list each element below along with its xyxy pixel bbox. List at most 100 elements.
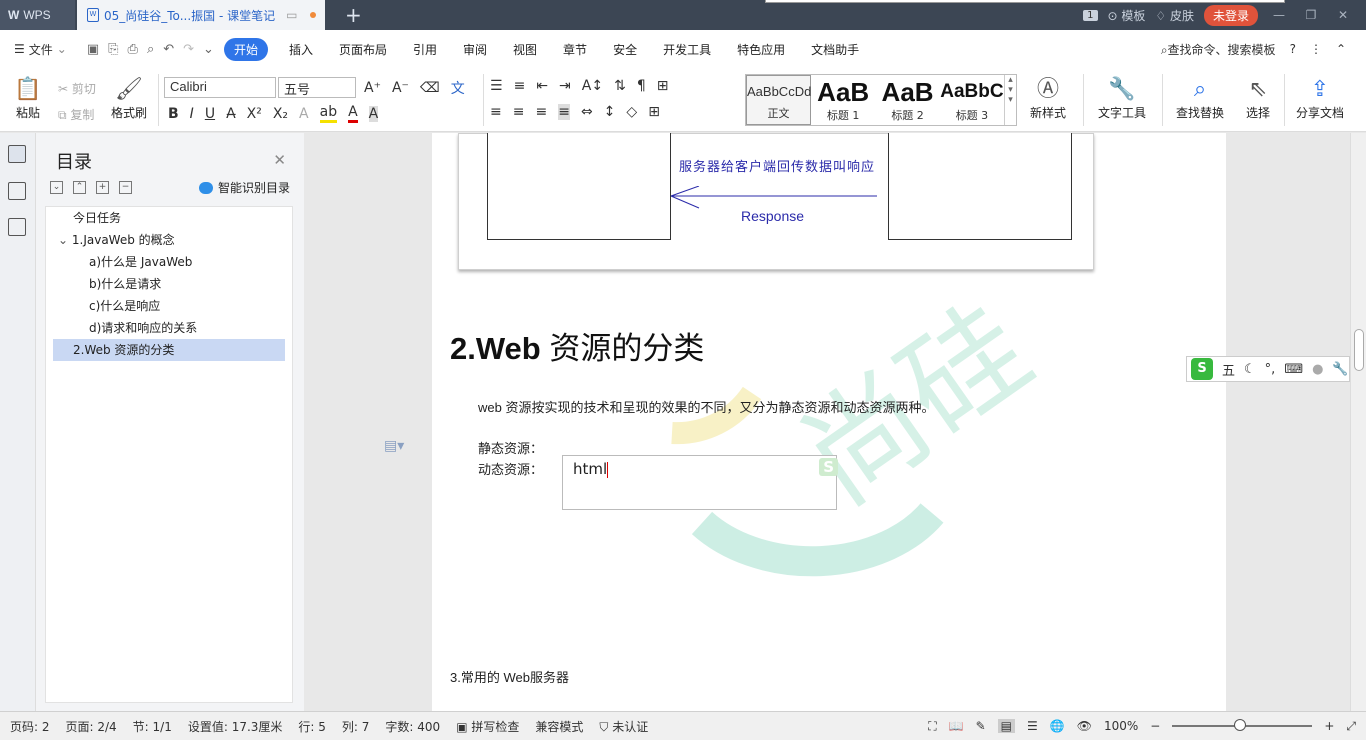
- align-center-icon[interactable]: ≡: [513, 104, 525, 120]
- zoom-level[interactable]: 100%: [1104, 719, 1138, 733]
- document-canvas[interactable]: 尚硅 服务器给客户端回传数据叫响应 Response 2.Web 资源的分类 w…: [304, 133, 1350, 711]
- zoom-knob[interactable]: [1234, 719, 1247, 731]
- text-direction-icon[interactable]: A↕: [582, 78, 603, 94]
- toc-item[interactable]: c)什么是响应: [46, 295, 292, 317]
- find-replace-button[interactable]: ⌕ 查找替换: [1172, 76, 1228, 121]
- text-tools-button[interactable]: 🔧 文字工具: [1094, 76, 1150, 121]
- preview-icon[interactable]: ⌕: [147, 42, 154, 57]
- align-right-icon[interactable]: ≡: [535, 104, 547, 120]
- justify-icon[interactable]: ≡: [558, 104, 570, 120]
- menu-review[interactable]: 审阅: [463, 41, 487, 58]
- edit-mode-icon[interactable]: ✎: [976, 719, 986, 733]
- menu-chapter[interactable]: 章节: [563, 41, 587, 58]
- style-heading-1[interactable]: AaB 标题 1: [811, 75, 875, 125]
- punctuation-icon[interactable]: °,: [1265, 362, 1276, 377]
- strikethrough-icon[interactable]: A̶: [226, 106, 236, 122]
- status-pages[interactable]: 页面: 2/4: [66, 718, 117, 735]
- style-heading-2[interactable]: AaB 标题 2: [875, 75, 939, 125]
- status-page[interactable]: 页码: 2: [10, 718, 50, 735]
- select-button[interactable]: ⇖ 选择: [1240, 76, 1276, 121]
- moon-icon[interactable]: ☾: [1244, 362, 1256, 377]
- status-section[interactable]: 节: 1/1: [133, 718, 172, 735]
- line-spacing-icon[interactable]: ↕: [604, 104, 616, 120]
- unsaved-dot-icon[interactable]: [310, 12, 317, 18]
- toc-item[interactable]: ⌄ 1.JavaWeb 的概念: [46, 229, 292, 251]
- bullet-list-icon[interactable]: ☰: [490, 78, 503, 94]
- menu-reference[interactable]: 引用: [413, 41, 437, 58]
- show-marks-icon[interactable]: ¶: [637, 78, 646, 94]
- text-effect-icon[interactable]: A: [299, 106, 309, 122]
- cut-button[interactable]: ✂ 剪切: [58, 80, 96, 97]
- page-view-icon[interactable]: ▤: [997, 719, 1015, 733]
- outline-view-icon[interactable]: ☰: [1027, 719, 1038, 733]
- zoom-in-icon[interactable]: +: [1324, 719, 1334, 733]
- login-button[interactable]: 未登录: [1203, 4, 1258, 26]
- add-level-icon[interactable]: +: [96, 181, 109, 194]
- decrease-indent-icon[interactable]: ⇤: [536, 78, 548, 94]
- italic-icon[interactable]: I: [190, 106, 194, 122]
- sort-icon[interactable]: ⇅: [614, 78, 626, 94]
- page-count-badge[interactable]: 1: [1083, 9, 1098, 21]
- share-doc-button[interactable]: ⇪ 分享文档: [1294, 76, 1346, 121]
- remove-level-icon[interactable]: −: [119, 181, 132, 194]
- more-icon[interactable]: ⋮: [1310, 42, 1322, 56]
- menu-developer[interactable]: 开发工具: [663, 41, 711, 58]
- menu-security[interactable]: 安全: [613, 41, 637, 58]
- align-left-icon[interactable]: ≡: [490, 104, 502, 120]
- reading-mode-icon[interactable]: 📖: [949, 719, 964, 733]
- toc-item[interactable]: 今日任务: [46, 207, 292, 229]
- menu-home[interactable]: 开始: [223, 37, 268, 61]
- menu-assistant[interactable]: 文档助手: [811, 41, 859, 58]
- restore-icon[interactable]: ❐: [1300, 8, 1322, 22]
- chevron-down-icon[interactable]: ⌄: [58, 233, 72, 247]
- print-icon[interactable]: ⎙: [128, 42, 138, 57]
- vertical-scrollbar[interactable]: [1350, 133, 1366, 711]
- status-row[interactable]: 行: 5: [298, 718, 326, 735]
- expand-down-icon[interactable]: ⌄: [50, 181, 63, 194]
- new-tab-button[interactable]: +: [345, 3, 362, 27]
- collapse-up-icon[interactable]: ⌃: [73, 181, 86, 194]
- style-scroll[interactable]: ▴ ▾ ▾: [1004, 75, 1016, 125]
- save-icon[interactable]: ▣: [87, 42, 99, 57]
- undo-icon[interactable]: ↶: [163, 42, 174, 57]
- collapse-ribbon-icon[interactable]: ⌃: [1336, 42, 1346, 56]
- fit-page-icon[interactable]: ⤢: [1346, 719, 1356, 734]
- status-setting[interactable]: 设置值: 17.3厘米: [188, 718, 283, 735]
- new-style-button[interactable]: Ⓐ 新样式: [1026, 76, 1070, 121]
- paste-button[interactable]: 📋 粘贴: [10, 76, 46, 121]
- distribute-icon[interactable]: ⇔: [581, 104, 593, 120]
- ime-mode[interactable]: 五: [1222, 360, 1235, 379]
- increase-indent-icon[interactable]: ⇥: [559, 78, 571, 94]
- toc-item[interactable]: d)请求和响应的关系: [46, 317, 292, 339]
- eye-protect-icon[interactable]: 👁: [1077, 719, 1092, 733]
- pinyin-icon[interactable]: 文: [451, 78, 465, 98]
- text-box[interactable]: html S: [562, 455, 838, 510]
- close-icon[interactable]: ✕: [1332, 8, 1354, 22]
- monitor-icon[interactable]: ▭: [286, 8, 297, 22]
- close-icon[interactable]: ✕: [273, 151, 286, 169]
- highlight-icon[interactable]: ab: [319, 104, 338, 123]
- menu-special[interactable]: 特色应用: [737, 41, 785, 58]
- compat-mode[interactable]: 兼容模式: [535, 718, 583, 735]
- help-icon[interactable]: ?: [1290, 42, 1296, 56]
- font-size-select[interactable]: 五号: [278, 77, 356, 98]
- web-view-icon[interactable]: 🌐: [1050, 719, 1065, 733]
- menu-insert[interactable]: 插入: [289, 41, 313, 58]
- status-words[interactable]: 字数: 400: [385, 718, 440, 735]
- toc-panel-icon[interactable]: [8, 145, 26, 163]
- bookmark-panel-icon[interactable]: [8, 218, 26, 236]
- char-shading-icon[interactable]: A: [368, 105, 379, 122]
- command-search[interactable]: ⌕查找命令、搜索模板: [1161, 41, 1276, 58]
- smart-toc-button[interactable]: 智能识别目录: [198, 179, 290, 196]
- toc-item[interactable]: b)什么是请求: [46, 273, 292, 295]
- style-normal[interactable]: AaBbCcDd 正文: [746, 75, 811, 125]
- document-tab[interactable]: W 05_尚硅谷_To...振国 - 课堂笔记 ▭: [77, 0, 325, 30]
- table-icon[interactable]: ⊞: [657, 78, 669, 94]
- template-button[interactable]: ⊙ 模板: [1108, 7, 1146, 24]
- zoom-out-icon[interactable]: −: [1150, 719, 1160, 733]
- toc-item[interactable]: 2.Web 资源的分类: [53, 339, 285, 361]
- format-painter-button[interactable]: 🖌 格式刷: [108, 76, 150, 121]
- sogou-icon[interactable]: S: [1191, 358, 1213, 380]
- numbered-list-icon[interactable]: ≡: [514, 78, 526, 94]
- superscript-icon[interactable]: X²: [247, 106, 262, 122]
